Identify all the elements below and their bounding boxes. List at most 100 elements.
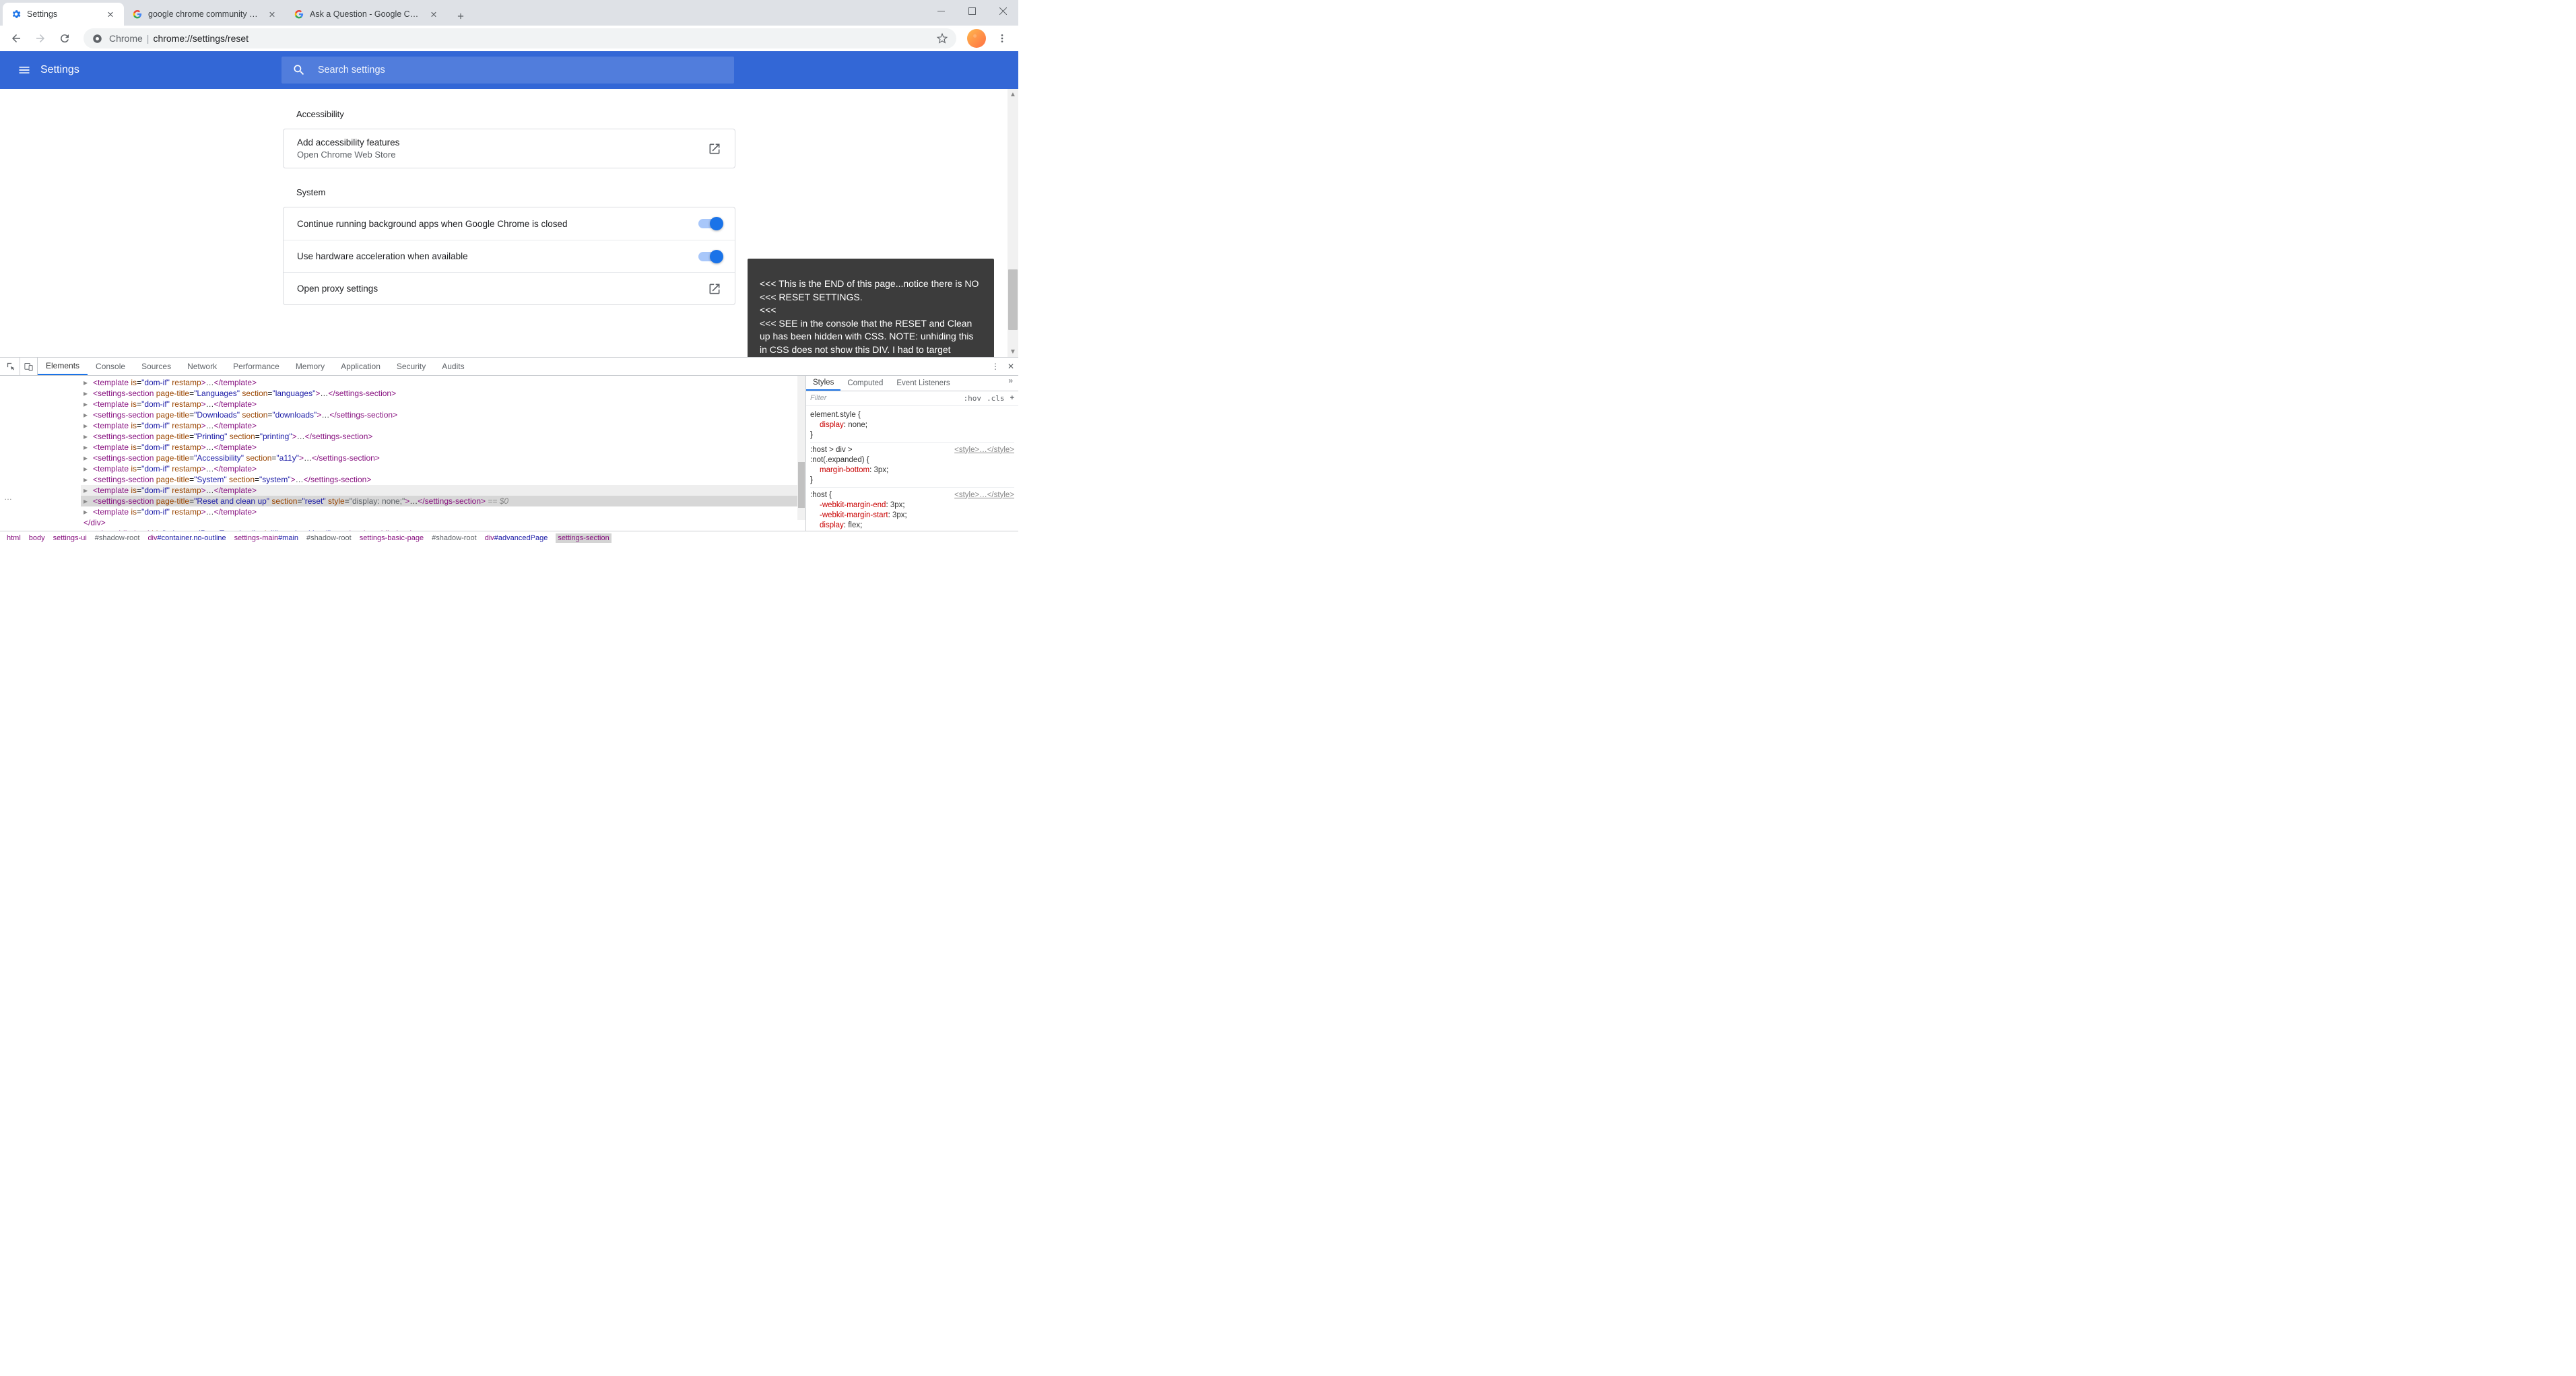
new-tab-button[interactable] <box>451 7 470 26</box>
cls-toggle[interactable]: .cls <box>987 394 1005 403</box>
css-value[interactable]: 3px <box>892 511 905 519</box>
styles-tabs-more[interactable]: » <box>1003 376 1018 391</box>
device-toolbar-button[interactable] <box>20 358 38 375</box>
css-selector: element.style { <box>810 411 861 419</box>
breadcrumb-item[interactable]: settings-ui <box>53 534 87 542</box>
styles-tab-event-listeners[interactable]: Event Listeners <box>890 376 956 391</box>
breadcrumb-item[interactable]: settings-main#main <box>234 534 298 542</box>
styles-tab-styles[interactable]: Styles <box>806 376 840 391</box>
dom-node[interactable]: ▸<settings-idle-load id="advancedPageTem… <box>81 528 805 531</box>
dom-node[interactable]: ▸<settings-section page-title="System" s… <box>81 474 805 485</box>
dom-node[interactable]: ▸<settings-section page-title="Downloads… <box>81 409 805 420</box>
devtools-tab-performance[interactable]: Performance <box>225 358 288 375</box>
dom-node[interactable]: ▸<template is="dom-if" restamp>…</templa… <box>81 463 805 474</box>
dom-node[interactable]: ▸<template is="dom-if" restamp>…</templa… <box>81 485 805 496</box>
settings-body: Accessibility Add accessibility features… <box>0 89 1018 357</box>
css-value[interactable]: 3px <box>874 466 887 474</box>
dom-node[interactable]: </div> <box>81 517 805 528</box>
elements-breadcrumb[interactable]: html body settings-ui #shadow-root div#conta… <box>0 531 1018 544</box>
tab-google-community[interactable]: google chrome community supp ✕ <box>124 3 286 26</box>
hov-toggle[interactable]: :hov <box>964 394 982 403</box>
background-apps-toggle[interactable] <box>698 219 721 228</box>
devtools-tab-memory[interactable]: Memory <box>288 358 333 375</box>
tab-settings[interactable]: Settings ✕ <box>3 3 124 26</box>
omnibox-separator: | <box>147 33 150 44</box>
devtools-tab-sources[interactable]: Sources <box>133 358 179 375</box>
dom-node[interactable]: ▸<template is="dom-if" restamp>…</templa… <box>81 442 805 453</box>
css-value[interactable]: none <box>848 421 865 429</box>
minimize-button[interactable] <box>925 0 956 22</box>
css-property[interactable]: -webkit-margin-start <box>820 511 888 519</box>
close-icon[interactable]: ✕ <box>428 9 439 20</box>
css-property[interactable]: display <box>820 521 844 529</box>
devtools-tab-network[interactable]: Network <box>179 358 225 375</box>
close-window-button[interactable] <box>987 0 1018 22</box>
devtools-more-button[interactable]: ⋮ <box>991 362 999 371</box>
reload-button[interactable] <box>54 28 75 49</box>
styles-code[interactable]: element.style { display: none; } <style>… <box>806 406 1018 531</box>
back-button[interactable] <box>5 28 27 49</box>
styles-tab-computed[interactable]: Computed <box>840 376 890 391</box>
content-scrollbar[interactable]: ▲ ▼ <box>1008 89 1018 357</box>
devtools-tab-application[interactable]: Application <box>333 358 389 375</box>
dom-node[interactable]: ▸<settings-section page-title="Reset and… <box>81 496 805 506</box>
browser-menu-button[interactable] <box>991 28 1013 49</box>
devtools-tab-console[interactable]: Console <box>88 358 133 375</box>
omnibox[interactable]: Chrome | chrome://settings/reset <box>84 28 956 48</box>
dom-node[interactable]: ▸<template is="dom-if" restamp>…</templa… <box>81 399 805 409</box>
elements-scrollbar[interactable] <box>797 376 805 520</box>
profile-avatar[interactable] <box>967 29 986 48</box>
row-subtitle: Open Chrome Web Store <box>297 150 708 160</box>
close-icon[interactable]: ✕ <box>267 9 277 20</box>
dom-node[interactable]: ▸<template is="dom-if" restamp>…</templa… <box>81 420 805 431</box>
settings-title: Settings <box>40 64 79 76</box>
background-apps-row[interactable]: Continue running background apps when Go… <box>284 207 735 240</box>
close-icon[interactable]: ✕ <box>105 9 116 20</box>
external-link-icon <box>708 142 721 156</box>
scroll-up-arrow[interactable]: ▲ <box>1008 89 1018 100</box>
search-settings-input[interactable]: Search settings <box>282 57 734 84</box>
devtools-close-button[interactable]: ✕ <box>1008 362 1014 371</box>
maximize-button[interactable] <box>956 0 987 22</box>
search-placeholder: Search settings <box>318 65 385 75</box>
devtools-tab-elements[interactable]: Elements <box>38 358 88 375</box>
new-style-rule-button[interactable]: + <box>1010 394 1014 402</box>
breadcrumb-item[interactable]: html <box>7 534 21 542</box>
inspect-element-button[interactable] <box>3 358 20 375</box>
css-property[interactable]: display <box>820 421 844 429</box>
css-value[interactable]: 3px <box>890 501 903 509</box>
breadcrumb-item[interactable]: settings-basic-page <box>360 534 424 542</box>
breadcrumb-item[interactable]: div#container.no-outline <box>147 534 226 542</box>
scrollbar-thumb[interactable] <box>798 462 805 508</box>
tab-ask-question[interactable]: Ask a Question - Google Chrome ✕ <box>286 3 447 26</box>
add-accessibility-row[interactable]: Add accessibility features Open Chrome W… <box>284 129 735 168</box>
css-value[interactable]: flex <box>848 521 860 529</box>
breadcrumb-item[interactable]: settings-section <box>556 533 611 543</box>
proxy-settings-row[interactable]: Open proxy settings <box>284 272 735 304</box>
css-property[interactable]: -webkit-margin-end <box>820 501 886 509</box>
css-property[interactable]: margin-bottom <box>820 466 869 474</box>
elements-panel[interactable]: ▸<template is="dom-if" restamp>…</templa… <box>0 376 805 531</box>
breadcrumb-item[interactable]: #shadow-root <box>306 534 352 542</box>
dom-node[interactable]: ▸<settings-section page-title="Languages… <box>81 388 805 399</box>
css-source-link[interactable]: <style>…</style> <box>954 490 1014 500</box>
breadcrumb-item[interactable]: body <box>29 534 45 542</box>
dom-node[interactable]: ▸<settings-section page-title="Accessibi… <box>81 453 805 463</box>
dom-node[interactable]: ▸<template is="dom-if" restamp>…</templa… <box>81 506 805 517</box>
styles-filter-input[interactable]: Filter <box>810 394 958 402</box>
breadcrumb-item[interactable]: div#advancedPage <box>485 534 548 542</box>
bookmark-star-icon[interactable] <box>936 32 948 44</box>
hamburger-menu-button[interactable] <box>11 57 38 84</box>
scrollbar-thumb[interactable] <box>1008 269 1018 330</box>
devtools-tab-security[interactable]: Security <box>389 358 434 375</box>
devtools-tab-audits[interactable]: Audits <box>434 358 472 375</box>
breadcrumb-item[interactable]: #shadow-root <box>432 534 477 542</box>
forward-button[interactable] <box>30 28 51 49</box>
dom-node[interactable]: ▸<template is="dom-if" restamp>…</templa… <box>81 377 805 388</box>
dom-node[interactable]: ▸<settings-section page-title="Printing"… <box>81 431 805 442</box>
hardware-accel-row[interactable]: Use hardware acceleration when available <box>284 240 735 272</box>
css-source-link[interactable]: <style>…</style> <box>954 445 1014 455</box>
breadcrumb-item[interactable]: #shadow-root <box>95 534 140 542</box>
scroll-down-arrow[interactable]: ▼ <box>1008 346 1018 357</box>
hardware-accel-toggle[interactable] <box>698 252 721 261</box>
